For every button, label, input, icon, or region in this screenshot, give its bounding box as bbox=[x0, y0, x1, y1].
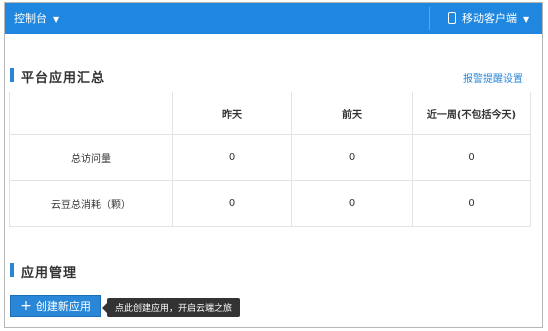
chevron-down-icon: ▼ bbox=[53, 15, 60, 24]
row-label: 云豆总消耗（颗） bbox=[9, 180, 173, 227]
table-row: 云豆总消耗（颗） 0 0 0 bbox=[9, 180, 531, 227]
app-mgmt-section-title: 应用管理 bbox=[21, 266, 78, 281]
table-header-last-week: 近一周(不包括今天) bbox=[412, 92, 531, 135]
mobile-phone-icon bbox=[448, 12, 456, 24]
table-cell: 0 bbox=[412, 180, 531, 227]
table-header-yesterday: 昨天 bbox=[172, 92, 292, 135]
navbar-divider bbox=[429, 7, 430, 30]
table-cell: 0 bbox=[412, 134, 531, 181]
console-menu[interactable]: 控制台 ▼ bbox=[14, 10, 59, 26]
create-app-tooltip: 点此创建应用，开启云端之旅 bbox=[101, 298, 241, 317]
row-label: 总访问量 bbox=[9, 134, 173, 181]
chevron-down-icon: ▼ bbox=[523, 15, 530, 24]
table-cell: 0 bbox=[172, 134, 292, 181]
summary-table: 昨天 前天 近一周(不包括今天) 总访问量 0 0 0 云豆总消耗（颗） 0 0… bbox=[9, 92, 531, 227]
table-cell: 0 bbox=[172, 180, 292, 227]
table-cell: 0 bbox=[291, 134, 413, 181]
mobile-client-menu[interactable]: 移动客户端 ▼ bbox=[448, 10, 529, 26]
mobile-client-label: 移动客户端 bbox=[462, 12, 517, 25]
top-navbar: 控制台 ▼ 移动客户端 ▼ bbox=[5, 3, 542, 34]
create-app-label: 创建新应用 bbox=[35, 300, 91, 313]
table-cell: 0 bbox=[291, 180, 413, 227]
table-header-row: 昨天 前天 近一周(不包括今天) bbox=[9, 92, 531, 135]
table-header-day-before: 前天 bbox=[291, 92, 413, 135]
section-marker bbox=[10, 68, 14, 82]
console-label: 控制台 bbox=[14, 12, 47, 25]
table-row: 总访问量 0 0 0 bbox=[9, 134, 531, 181]
table-header-empty bbox=[9, 92, 173, 135]
summary-section-title: 平台应用汇总 bbox=[21, 71, 106, 86]
alarm-settings-link[interactable]: 报警提醒设置 bbox=[463, 70, 523, 85]
create-app-button[interactable]: + 创建新应用 bbox=[10, 295, 101, 317]
plus-icon: + bbox=[20, 298, 32, 314]
section-marker bbox=[10, 263, 14, 277]
